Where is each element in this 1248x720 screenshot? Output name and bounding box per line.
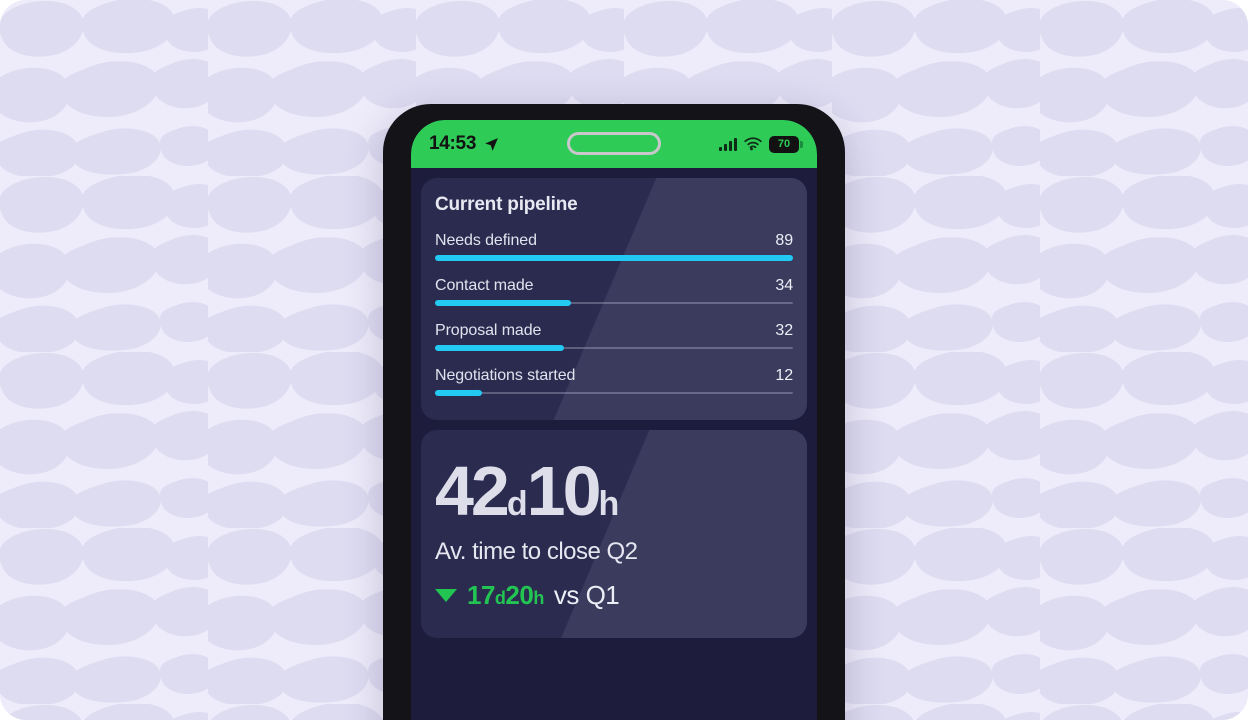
pipeline-metric-row[interactable]: Negotiations started 12	[435, 367, 793, 396]
metric-progress-fill	[435, 390, 482, 396]
app-content: Current pipeline Needs defined 89 Contact …	[411, 168, 817, 720]
location-arrow-icon	[485, 137, 498, 151]
metric-label: Needs defined	[435, 232, 537, 249]
metric-progress-track	[435, 390, 793, 396]
status-bar: 14:53 70	[411, 120, 817, 168]
status-bar-left: 14:53	[429, 133, 525, 155]
metric-label: Contact made	[435, 277, 534, 294]
wifi-icon	[744, 137, 762, 151]
cellular-signal-icon	[719, 137, 737, 151]
dynamic-island-notch	[567, 132, 661, 155]
battery-icon: 70	[769, 135, 803, 153]
phone-device-frame: 14:53 70 Current pipeline Needs defined …	[383, 104, 845, 720]
pipeline-metrics-list: Needs defined 89 Contact made 34 Proposal ma…	[435, 232, 793, 396]
metric-value: 32	[775, 322, 793, 339]
delta-hours: 20	[505, 580, 534, 610]
quarter-delta: 17d20h vs Q1	[435, 580, 793, 611]
battery-level-label: 70	[777, 138, 791, 150]
pipeline-metric-row[interactable]: Contact made 34	[435, 277, 793, 306]
status-bar-right: 70	[719, 135, 803, 153]
metric-progress-track	[435, 345, 793, 351]
metric-label: Negotiations started	[435, 367, 576, 384]
metric-value: 12	[775, 367, 793, 384]
current-pipeline-card: Current pipeline Needs defined 89 Contact …	[421, 178, 807, 420]
avg-time-to-close-card-body: 42d10h Av. time to close Q2 17d20h vs Q1	[435, 456, 793, 611]
unit-days: d	[506, 485, 528, 523]
avg-time-to-close-card: 42d10h Av. time to close Q2 17d20h vs Q1	[421, 430, 807, 638]
metric-header: Contact made 34	[435, 277, 793, 295]
metric-value: 89	[775, 232, 793, 249]
unit-hours: h	[598, 485, 620, 523]
status-bar-clock: 14:53	[429, 133, 477, 154]
phone-screen: 14:53 70 Current pipeline Needs defined …	[411, 120, 817, 720]
value-days: 42	[435, 452, 510, 530]
metric-progress-track	[435, 300, 793, 306]
metric-progress-fill	[435, 345, 564, 351]
metric-label: Proposal made	[435, 322, 542, 339]
delta-days-unit: d	[494, 588, 506, 608]
delta-hours-unit: h	[533, 588, 544, 608]
metric-progress-track	[435, 255, 793, 261]
delta-comparison-label: vs Q1	[553, 580, 620, 610]
caret-down-icon	[435, 589, 457, 602]
metric-header: Needs defined 89	[435, 232, 793, 250]
pipeline-metric-row[interactable]: Proposal made 32	[435, 322, 793, 351]
avg-time-to-close-value: 42d10h	[435, 456, 793, 526]
avg-time-to-close-label: Av. time to close Q2	[435, 538, 638, 565]
delta-days: 17	[467, 580, 495, 610]
metric-value: 34	[775, 277, 793, 294]
delta-amount: 17d20h	[467, 580, 544, 611]
metric-header: Negotiations started 12	[435, 367, 793, 385]
card-title-current-pipeline: Current pipeline	[435, 194, 578, 215]
pipeline-metric-row[interactable]: Needs defined 89	[435, 232, 793, 261]
metric-header: Proposal made 32	[435, 322, 793, 340]
metric-progress-fill	[435, 300, 572, 306]
screenshot-stage: 14:53 70 Current pipeline Needs defined …	[0, 0, 1248, 720]
metric-progress-fill	[435, 255, 793, 261]
value-hours: 10	[526, 452, 602, 530]
current-pipeline-card-body: Current pipeline Needs defined 89 Contact …	[435, 194, 793, 396]
